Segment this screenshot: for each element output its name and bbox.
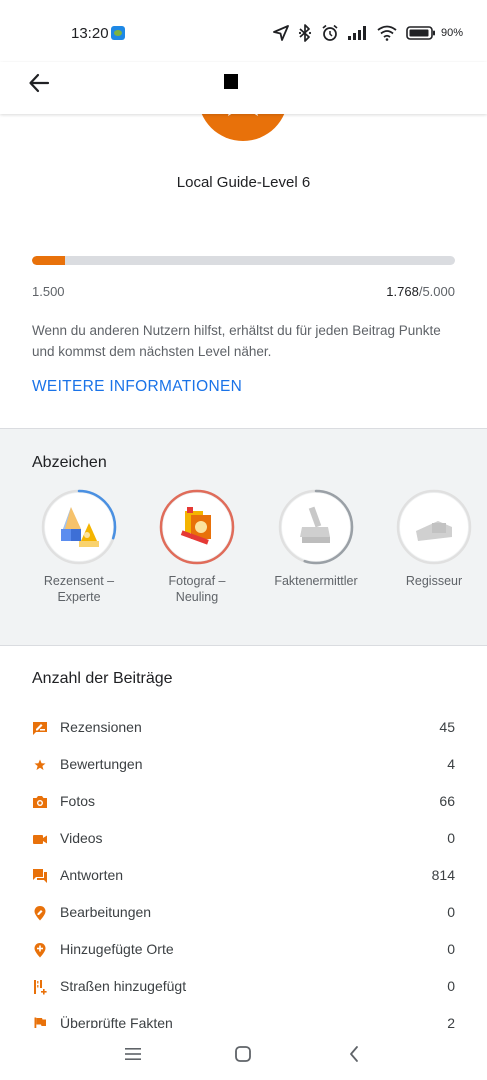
badge-ring <box>396 489 472 565</box>
fact-checker-badge-icon <box>282 493 350 561</box>
photographer-badge-icon <box>163 493 231 561</box>
badge-director[interactable]: Regisseur <box>375 489 487 589</box>
home-icon <box>235 1046 251 1062</box>
level-progress-bar <box>32 256 455 265</box>
camera-icon <box>33 796 47 808</box>
badge-ring <box>41 489 117 565</box>
status-time: 13:20 <box>71 25 109 42</box>
battery-percent: 90% <box>440 27 463 39</box>
add-location-icon <box>34 943 46 958</box>
progress-value-label: 1.768/5.000 <box>386 284 455 299</box>
back-button[interactable] <box>22 66 56 100</box>
wifi-icon <box>377 25 397 41</box>
contrib-count: 2 <box>447 1015 455 1028</box>
contrib-row-ratings[interactable]: Bewertungen 4 <box>0 749 487 786</box>
recent-apps-button[interactable] <box>119 1042 147 1066</box>
bluetooth-icon <box>298 24 312 42</box>
videocam-icon <box>33 835 47 844</box>
app-toolbar <box>0 62 487 114</box>
navigation-icon <box>273 25 289 41</box>
more-info-link[interactable]: WEITERE INFORMATIONEN <box>32 378 242 396</box>
status-bar: 13:20 90% <box>0 0 487 62</box>
contrib-row-photos[interactable]: Fotos 66 <box>0 786 487 823</box>
system-back-button[interactable] <box>340 1042 368 1066</box>
arrow-back-icon <box>29 73 50 93</box>
badge-label: Rezensent – Experte <box>43 574 115 604</box>
contrib-label: Fotos <box>60 793 96 809</box>
alarm-icon <box>322 24 338 41</box>
contrib-label: Bewertungen <box>60 756 143 772</box>
local-guide-star-icon <box>201 114 285 141</box>
badge-label: Regisseur <box>405 574 463 588</box>
contrib-count: 0 <box>447 941 455 957</box>
back-icon <box>350 1046 358 1062</box>
contrib-count: 45 <box>439 719 455 735</box>
profile-content: Local Guide-Level 6 1.500 1.768/5.000 We… <box>0 114 487 1028</box>
system-nav-bar <box>0 1028 487 1080</box>
contrib-label: Antworten <box>60 867 124 883</box>
contrib-label: Überprüfte Fakten <box>60 1015 173 1028</box>
reviewer-badge-icon <box>45 493 113 561</box>
contrib-count: 4 <box>447 756 455 772</box>
badges-title: Abzeichen <box>32 454 107 471</box>
badge-fact-checker[interactable]: Faktenermittler <box>257 489 375 589</box>
contrib-label: Straßen hinzugefügt <box>60 978 187 994</box>
badge-ring <box>278 489 354 565</box>
badge-photographer[interactable]: Fotograf – Neuling <box>138 489 256 605</box>
contrib-count: 0 <box>447 978 455 994</box>
target-points: /5.000 <box>418 284 455 299</box>
director-badge-icon <box>400 493 468 561</box>
contrib-row-checked-facts[interactable]: Überprüfte Fakten 2 <box>0 1008 487 1028</box>
badge-ring <box>159 489 235 565</box>
answers-icon <box>33 869 47 883</box>
level-info-text: Wenn du anderen Nutzern hilfst, erhältst… <box>32 323 441 359</box>
flag-icon <box>34 1017 46 1028</box>
progress-min-label: 1.500 <box>32 284 65 299</box>
contrib-row-videos[interactable]: Videos 0 <box>0 823 487 860</box>
badge-reviewer[interactable]: Rezensent – Experte <box>20 489 138 605</box>
badges-section: Abzeichen Rezensent – Experte Fotograf –… <box>0 428 487 646</box>
current-points: 1.768 <box>386 284 419 299</box>
review-icon <box>33 722 47 735</box>
toolbar-title-glyph <box>224 74 238 89</box>
app-notification-icon <box>111 26 125 40</box>
contrib-label: Hinzugefügte Orte <box>60 941 174 957</box>
contrib-label: Rezensionen <box>60 719 142 735</box>
contrib-row-reviews[interactable]: Rezensionen 45 <box>0 712 487 749</box>
contrib-count: 0 <box>447 830 455 846</box>
level-title: Local Guide-Level 6 <box>176 174 311 191</box>
contributions-section: Anzahl der Beiträge Rezensionen 45 Bewer… <box>0 646 487 1028</box>
contrib-row-answers[interactable]: Antworten 814 <box>0 860 487 897</box>
edit-location-icon <box>34 906 46 921</box>
star-icon <box>34 759 46 770</box>
badge-label: Faktenermittler <box>274 574 358 588</box>
contrib-count: 0 <box>447 904 455 920</box>
contrib-label: Bearbeitungen <box>60 904 152 920</box>
contrib-row-added-places[interactable]: Hinzugefügte Orte 0 <box>0 934 487 971</box>
menu-icon <box>125 1048 141 1060</box>
level-progress-fill <box>32 256 65 265</box>
status-icons: 90% <box>273 22 463 44</box>
home-button[interactable] <box>229 1042 257 1066</box>
contrib-label: Videos <box>60 830 103 846</box>
contributions-title: Anzahl der Beiträge <box>32 670 173 687</box>
contrib-row-edits[interactable]: Bearbeitungen 0 <box>0 897 487 934</box>
battery-icon <box>406 26 435 40</box>
contrib-count: 66 <box>439 793 455 809</box>
local-guide-badge <box>198 114 288 146</box>
add-road-icon <box>34 980 47 995</box>
contrib-count: 814 <box>431 867 455 883</box>
signal-icon <box>347 26 366 40</box>
contrib-row-added-roads[interactable]: Straßen hinzugefügt 0 <box>0 971 487 1008</box>
badge-label: Fotograf – Neuling <box>168 574 226 604</box>
